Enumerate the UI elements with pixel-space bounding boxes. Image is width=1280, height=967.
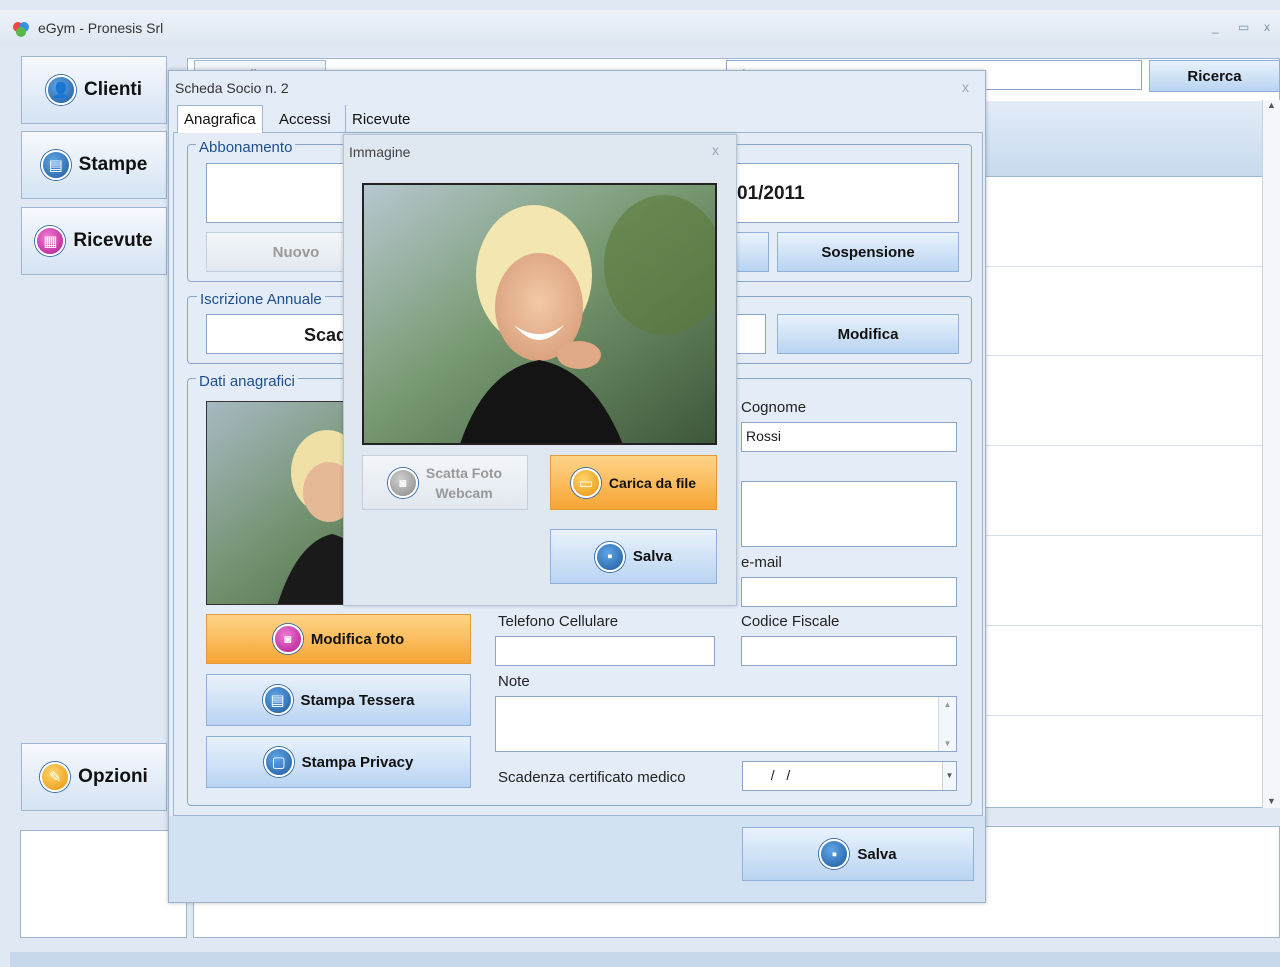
- stampa-privacy-label: Stampa Privacy: [301, 753, 414, 771]
- preview-photo: [362, 183, 717, 445]
- grid-row-divider: [986, 715, 1262, 716]
- save-icon: ▪: [594, 541, 625, 572]
- ricerca-button[interactable]: Ricerca: [1149, 60, 1280, 92]
- nav-opzioni-label: Opzioni: [78, 766, 148, 787]
- left-info-panel: [20, 830, 187, 938]
- preview-photo-image: [364, 185, 715, 443]
- nav-clienti-label: Clienti: [83, 79, 143, 100]
- printer-icon: ▤: [40, 150, 71, 180]
- camera-icon: ◙: [272, 624, 303, 654]
- document-icon: ▢: [263, 747, 294, 777]
- nav-opzioni-button[interactable]: ✎ Opzioni: [21, 743, 167, 811]
- immagine-salva-label: Salva: [632, 548, 673, 565]
- scatta-foto-line1: Scatta Foto: [425, 464, 503, 481]
- note-label: Note: [498, 673, 530, 690]
- camera-icon: ◙: [387, 467, 418, 498]
- codice-fiscale-input[interactable]: [741, 636, 957, 666]
- user-icon: 👤: [45, 75, 76, 105]
- cellulare-input[interactable]: [495, 636, 715, 666]
- grid-row-divider: [986, 625, 1262, 626]
- modifica-foto-label: Modifica foto: [310, 630, 405, 648]
- immagine-title: Immagine: [349, 144, 411, 160]
- abbonamento-date: 01/2011: [737, 183, 805, 204]
- nav-ricevute-label: Ricevute: [73, 230, 153, 251]
- dialog-salva-label: Salva: [857, 845, 897, 863]
- modifica-iscrizione-button[interactable]: Modifica: [777, 314, 959, 354]
- carica-da-file-label: Carica da file: [608, 474, 697, 491]
- close-window-button[interactable]: x: [1264, 20, 1270, 34]
- stampa-tessera-button[interactable]: ▤ Stampa Tessera: [206, 674, 471, 726]
- grid-selected-row[interactable]: [986, 101, 1262, 177]
- immagine-dialog: Immagine x ◙ Scatta Foto Webcam ▭ Carica…: [343, 134, 737, 606]
- immagine-close-button[interactable]: x: [712, 142, 719, 158]
- minimize-button[interactable]: _: [1212, 20, 1219, 34]
- indirizzo-input[interactable]: [741, 481, 957, 547]
- scroll-down-icon[interactable]: ▼: [939, 739, 956, 748]
- scadenza-certificato-datepicker[interactable]: / /: [742, 761, 957, 791]
- abbonamento-legend: Abbonamento: [196, 139, 296, 156]
- dialog-title: Scheda Socio n. 2: [175, 80, 289, 96]
- scadenza-certificato-label: Scadenza certificato medico: [498, 769, 686, 786]
- scroll-up-icon[interactable]: ▲: [1263, 100, 1280, 110]
- email-input[interactable]: [741, 577, 957, 607]
- cellulare-label: Telefono Cellulare: [498, 613, 619, 630]
- grid-row-divider: [986, 266, 1262, 267]
- nav-ricevute-button[interactable]: ▦ Ricevute: [21, 207, 167, 275]
- wrench-icon: ✎: [40, 762, 71, 792]
- tab-ricevute[interactable]: Ricevute: [345, 105, 416, 133]
- grid-row-divider: [986, 445, 1262, 446]
- stampa-tessera-label: Stampa Tessera: [300, 691, 415, 709]
- grid-row-divider: [986, 535, 1262, 536]
- receipt-icon: ▦: [35, 226, 66, 256]
- carica-da-file-button[interactable]: ▭ Carica da file: [550, 455, 717, 510]
- save-icon: ▪: [819, 839, 850, 869]
- app-title: eGym - Pronesis Srl: [38, 20, 164, 36]
- email-label: e-mail: [741, 554, 782, 571]
- app-logo-icon: [13, 22, 29, 37]
- nav-stampe-label: Stampe: [78, 154, 148, 175]
- codice-fiscale-label: Codice Fiscale: [741, 613, 840, 630]
- scatta-foto-label: Scatta Foto Webcam: [426, 463, 502, 503]
- grid-row-divider: [986, 355, 1262, 356]
- note-scrollbar[interactable]: ▲ ▼: [938, 697, 956, 751]
- tab-anagrafica[interactable]: Anagrafica: [177, 105, 263, 133]
- note-textarea[interactable]: ▲ ▼: [495, 696, 957, 752]
- nav-clienti-button[interactable]: 👤 Clienti: [21, 56, 167, 124]
- cognome-label: Cognome: [741, 399, 807, 416]
- scroll-down-icon[interactable]: ▼: [1263, 796, 1280, 806]
- tab-accessi[interactable]: Accessi: [273, 105, 337, 133]
- dati-anagrafici-legend: Dati anagrafici: [196, 373, 298, 390]
- modifica-foto-button[interactable]: ◙ Modifica foto: [206, 614, 471, 664]
- status-bar: [10, 952, 1280, 967]
- chevron-down-icon[interactable]: ▼: [942, 762, 956, 790]
- dialog-close-button[interactable]: x: [962, 79, 969, 95]
- folder-icon: ▭: [570, 467, 601, 498]
- stampa-privacy-button[interactable]: ▢ Stampa Privacy: [206, 736, 471, 788]
- grid-scrollbar[interactable]: ▲ ▼: [1262, 100, 1280, 808]
- printer-icon: ▤: [262, 685, 293, 715]
- sospensione-button[interactable]: Sospensione: [777, 232, 959, 272]
- iscrizione-legend: Iscrizione Annuale: [197, 291, 325, 308]
- dialog-salva-button[interactable]: ▪ Salva: [742, 827, 974, 881]
- cognome-input[interactable]: Rossi: [741, 422, 957, 452]
- immagine-salva-button[interactable]: ▪ Salva: [550, 529, 717, 584]
- maximize-button[interactable]: ▭: [1238, 20, 1249, 34]
- scroll-up-icon[interactable]: ▲: [939, 700, 956, 709]
- nav-stampe-button[interactable]: ▤ Stampe: [21, 131, 167, 199]
- title-bar: [0, 10, 1280, 46]
- scatta-foto-line2: Webcam: [435, 484, 493, 501]
- scatta-foto-button[interactable]: ◙ Scatta Foto Webcam: [362, 455, 528, 510]
